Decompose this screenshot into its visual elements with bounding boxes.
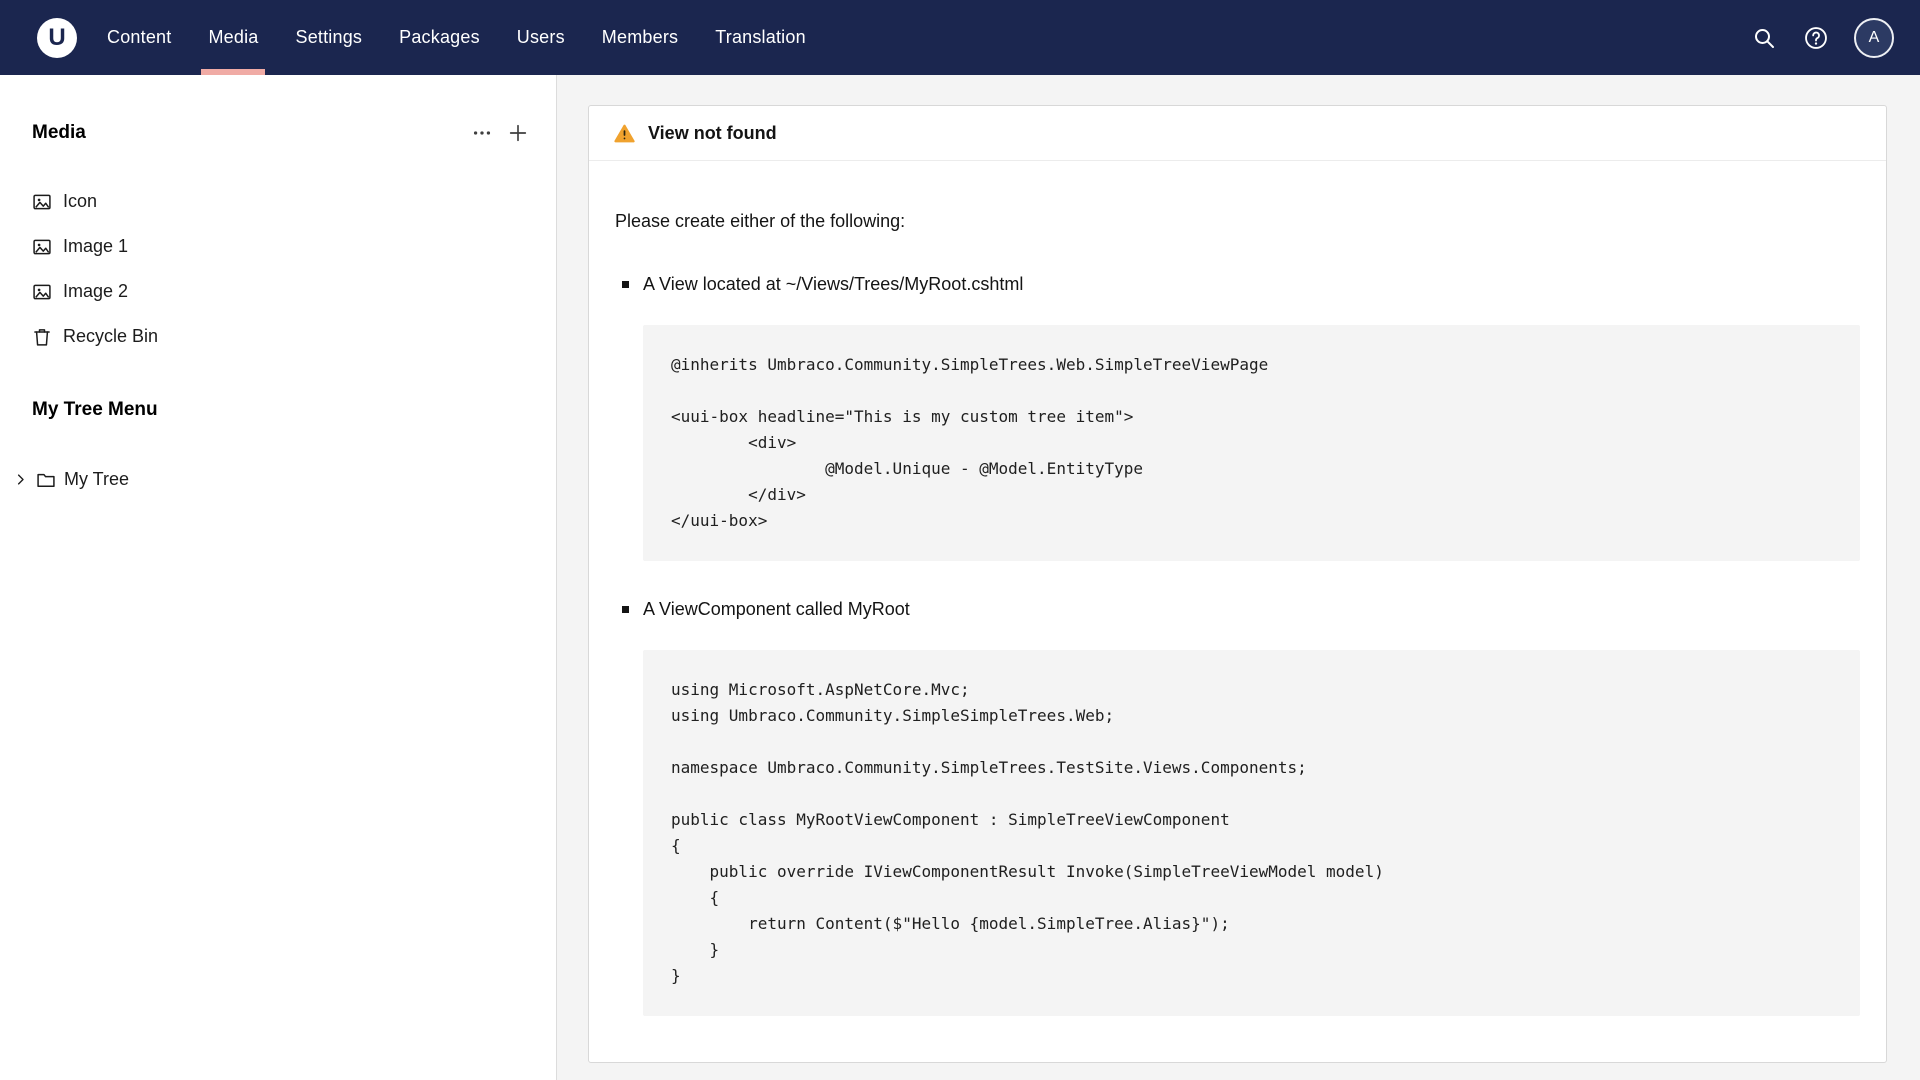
top-nav: Content Media Settings Packages Users Me…: [107, 0, 806, 75]
nav-item-translation[interactable]: Translation: [715, 0, 806, 75]
tree-item-label: Recycle Bin: [63, 326, 158, 347]
image-icon: [32, 282, 52, 302]
nav-item-content[interactable]: Content: [107, 0, 171, 75]
tree-item-label: My Tree: [64, 469, 129, 490]
sidebar-title: Media: [32, 122, 86, 144]
warning-icon: [614, 124, 635, 143]
option-viewcomponent-label: A ViewComponent called MyRoot: [643, 599, 910, 619]
media-tree: Icon Image 1: [0, 179, 556, 359]
card-body: Please create either of the following: A…: [589, 211, 1886, 1062]
sidebar-section-title: My Tree Menu: [0, 399, 556, 421]
tree-item-label: Image 2: [63, 281, 128, 302]
tree-item-recycle-bin[interactable]: Recycle Bin: [0, 314, 556, 359]
logo-letter: U: [48, 24, 65, 52]
search-icon: [1752, 26, 1776, 50]
image-icon: [32, 237, 52, 257]
card-header: View not found: [589, 106, 1886, 161]
tree-item-my-tree[interactable]: My Tree: [0, 457, 556, 502]
plus-icon: [507, 122, 529, 144]
avatar-button[interactable]: A: [1854, 18, 1894, 58]
nav-item-packages[interactable]: Packages: [399, 0, 480, 75]
search-button[interactable]: [1744, 18, 1784, 58]
intro-text: Please create either of the following:: [615, 211, 1860, 232]
topbar-actions: A: [1744, 0, 1894, 75]
code-block-viewcomponent: using Microsoft.AspNetCore.Mvc; using Um…: [643, 650, 1860, 1016]
create-button[interactable]: [502, 117, 534, 149]
nav-item-media[interactable]: Media: [208, 0, 258, 75]
help-button[interactable]: [1796, 18, 1836, 58]
topbar: U Content Media Settings Packages Users …: [0, 0, 1920, 75]
chevron-right-icon[interactable]: [13, 472, 28, 487]
umbraco-logo[interactable]: U: [37, 18, 77, 58]
option-viewcomponent: A ViewComponent called MyRoot using Micr…: [615, 599, 1860, 1016]
more-actions-button[interactable]: [466, 117, 498, 149]
trash-icon: [32, 327, 52, 347]
my-tree-menu: My Tree: [0, 457, 556, 502]
tree-item-label: Icon: [63, 191, 97, 212]
tree-item-label: Image 1: [63, 236, 128, 257]
view-not-found-card: View not found Please create either of t…: [588, 105, 1887, 1063]
nav-item-users[interactable]: Users: [517, 0, 565, 75]
option-view-label: A View located at ~/Views/Trees/MyRoot.c…: [643, 274, 1023, 294]
code-block-view: @inherits Umbraco.Community.SimpleTrees.…: [643, 325, 1860, 561]
sidebar-header: Media: [0, 117, 556, 149]
sidebar: Media: [0, 75, 557, 1080]
nav-item-members[interactable]: Members: [602, 0, 678, 75]
folder-icon: [36, 470, 56, 490]
option-view: A View located at ~/Views/Trees/MyRoot.c…: [615, 274, 1860, 561]
tree-item-icon[interactable]: Icon: [0, 179, 556, 224]
ellipsis-icon: [471, 122, 493, 144]
help-icon: [1803, 25, 1829, 51]
options-list: A View located at ~/Views/Trees/MyRoot.c…: [615, 274, 1860, 1016]
card-title: View not found: [648, 123, 777, 144]
avatar-initial: A: [1869, 29, 1880, 47]
tree-item-image-2[interactable]: Image 2: [0, 269, 556, 314]
workspace: Media: [0, 75, 1920, 1080]
main-content: View not found Please create either of t…: [557, 75, 1920, 1080]
sidebar-actions: [466, 117, 534, 149]
tree-item-image-1[interactable]: Image 1: [0, 224, 556, 269]
image-icon: [32, 192, 52, 212]
nav-item-settings[interactable]: Settings: [295, 0, 362, 75]
